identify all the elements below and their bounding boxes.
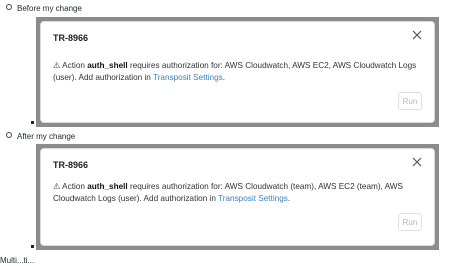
screenshot-frame: TR-8966 ⚠ Action auth_shell requires aut…	[36, 144, 439, 250]
settings-link[interactable]: Transposit Settings	[218, 194, 288, 203]
run-button[interactable]: Run	[398, 92, 422, 110]
square-bullet-icon	[31, 245, 34, 248]
screenshot-frame: TR-8966 ⚠ Action auth_shell requires aut…	[36, 17, 439, 127]
dialog-title: TR-8966	[53, 33, 89, 43]
dialog-card: TR-8966 ⚠ Action auth_shell requires aut…	[40, 148, 435, 246]
dialog-title: TR-8966	[53, 160, 89, 170]
list-item-after: After my change	[6, 132, 75, 142]
cutoff-text: Multi...ti...	[0, 256, 35, 265]
list-item-before: Before my change	[6, 4, 82, 14]
auth-warning-message: ⚠ Action auth_shell requires authorizati…	[53, 60, 420, 84]
hollow-bullet-icon	[6, 132, 12, 138]
run-button[interactable]: Run	[398, 213, 422, 231]
auth-warning-message: ⚠ Action auth_shell requires authorizati…	[53, 181, 420, 205]
settings-link[interactable]: Transposit Settings	[153, 73, 223, 82]
msg-suffix: .	[287, 194, 291, 203]
action-name: auth_shell	[87, 182, 128, 191]
msg-suffix: .	[222, 73, 226, 82]
msg-prefix: Action	[60, 61, 88, 70]
msg-prefix: Action	[60, 182, 88, 191]
hollow-bullet-icon	[6, 4, 12, 10]
item-label: Before my change	[17, 4, 82, 13]
close-icon[interactable]	[412, 30, 422, 40]
close-icon[interactable]	[412, 157, 422, 167]
dialog-card: TR-8966 ⚠ Action auth_shell requires aut…	[40, 21, 435, 123]
action-name: auth_shell	[87, 61, 128, 70]
item-label: After my change	[17, 132, 76, 141]
square-bullet-icon	[31, 121, 34, 124]
